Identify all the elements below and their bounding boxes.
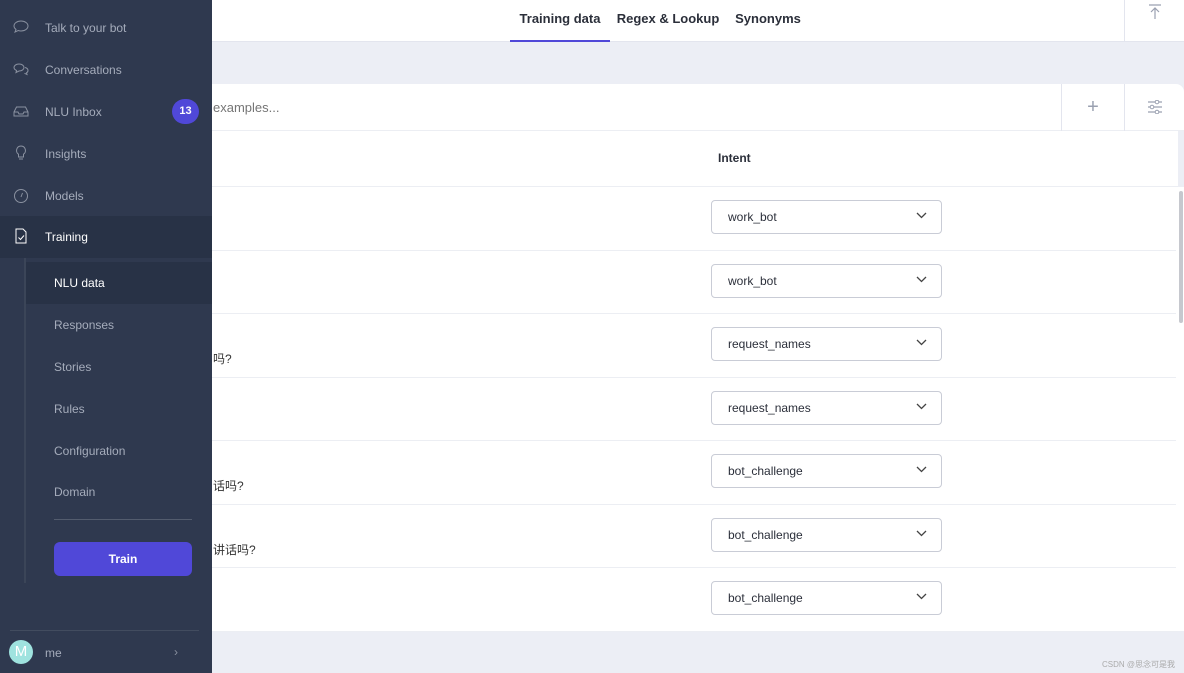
chevron-down-icon	[916, 403, 927, 409]
watermark: CSDN @思念可是我	[1102, 660, 1176, 669]
example-text[interactable]: 吗?	[213, 350, 232, 367]
sidebar-subitem-configuration[interactable]: Configuration	[26, 430, 212, 472]
sidebar-item-talk-to-your-bot[interactable]: Talk to your bot	[0, 7, 212, 49]
chevron-down-icon	[916, 593, 927, 600]
intent-value: request_names	[728, 337, 811, 351]
sidebar: Talk to your bot Conversations NLU Inbox…	[0, 0, 212, 673]
sidebar-subitem-stories[interactable]: Stories	[26, 346, 212, 388]
chevron-down-icon	[916, 212, 927, 219]
add-example-button[interactable]: +	[1061, 84, 1124, 131]
tab-regex-lookup[interactable]: Regex & Lookup	[616, 0, 720, 42]
intent-select[interactable]: bot_challenge	[711, 517, 942, 552]
sidebar-item-label: Models	[45, 189, 84, 203]
intent-value: work_bot	[728, 273, 777, 288]
chevron-right-icon[interactable]: ›	[174, 645, 178, 659]
train-button[interactable]: Train	[54, 542, 192, 576]
upload-button[interactable]	[1124, 0, 1184, 42]
sliders-icon	[1147, 99, 1162, 115]
intent-select[interactable]: bot_challenge	[711, 581, 942, 615]
intent-value: bot_challenge	[728, 527, 803, 542]
filter-button[interactable]	[1124, 84, 1184, 131]
divider	[10, 630, 199, 631]
intent-select[interactable]: request_names	[711, 327, 942, 361]
sidebar-item-label: Conversations	[45, 63, 122, 77]
chevron-down-icon	[916, 276, 927, 282]
scrollbar[interactable]	[1176, 187, 1184, 631]
intent-value: bot_challenge	[728, 464, 803, 478]
divider	[54, 519, 192, 520]
chevron-down-icon	[916, 466, 927, 473]
intent-value: work_bot	[728, 210, 777, 224]
lightbulb-icon	[16, 145, 26, 160]
nlu-inbox-count-badge: 13	[172, 99, 199, 124]
sidebar-subitem-domain[interactable]: Domain	[26, 471, 212, 513]
sidebar-item-insights[interactable]: Insights	[0, 133, 212, 175]
sidebar-item-label: Talk to your bot	[45, 21, 127, 35]
intent-select[interactable]: work_bot	[711, 200, 942, 234]
sidebar-item-label: NLU Inbox	[45, 105, 102, 119]
intent-value: request_names	[728, 400, 811, 415]
tab-training-data[interactable]: Training data	[510, 0, 610, 42]
chat-icon	[13, 20, 29, 33]
search-input[interactable]	[213, 84, 1053, 131]
example-text[interactable]: 话吗?	[213, 477, 244, 494]
chevron-down-icon	[916, 530, 927, 536]
sidebar-subitem-nlu-data[interactable]: NLU data	[26, 262, 212, 304]
sidebar-subitem-rules[interactable]: Rules	[26, 388, 212, 430]
intent-select[interactable]: bot_challenge	[711, 454, 942, 488]
sidebar-item-training[interactable]: Training	[0, 216, 212, 258]
intent-value: bot_challenge	[728, 591, 803, 605]
sidebar-subitem-responses[interactable]: Responses	[26, 304, 212, 346]
sidebar-item-label: Training	[45, 230, 88, 244]
document-check-icon	[15, 228, 27, 244]
intent-select[interactable]: request_names	[711, 390, 942, 425]
user-name[interactable]: me	[45, 646, 62, 660]
example-text[interactable]: 讲话吗?	[213, 541, 256, 558]
inbox-icon	[13, 106, 29, 117]
plus-icon: +	[1087, 96, 1099, 118]
gauge-icon	[14, 189, 28, 203]
sidebar-item-label: Insights	[45, 147, 87, 161]
scrollbar-thumb[interactable]	[1179, 191, 1183, 323]
sidebar-item-conversations[interactable]: Conversations	[0, 49, 212, 91]
sidebar-item-models[interactable]: Models	[0, 175, 212, 217]
chevron-down-icon	[916, 339, 927, 346]
conversations-icon	[13, 63, 29, 76]
intent-select[interactable]: work_bot	[711, 263, 942, 298]
upload-icon	[1148, 4, 1161, 19]
tab-synonyms[interactable]: Synonyms	[732, 0, 804, 42]
avatar[interactable]: M	[9, 640, 33, 664]
intent-column-header: Intent	[718, 151, 751, 165]
